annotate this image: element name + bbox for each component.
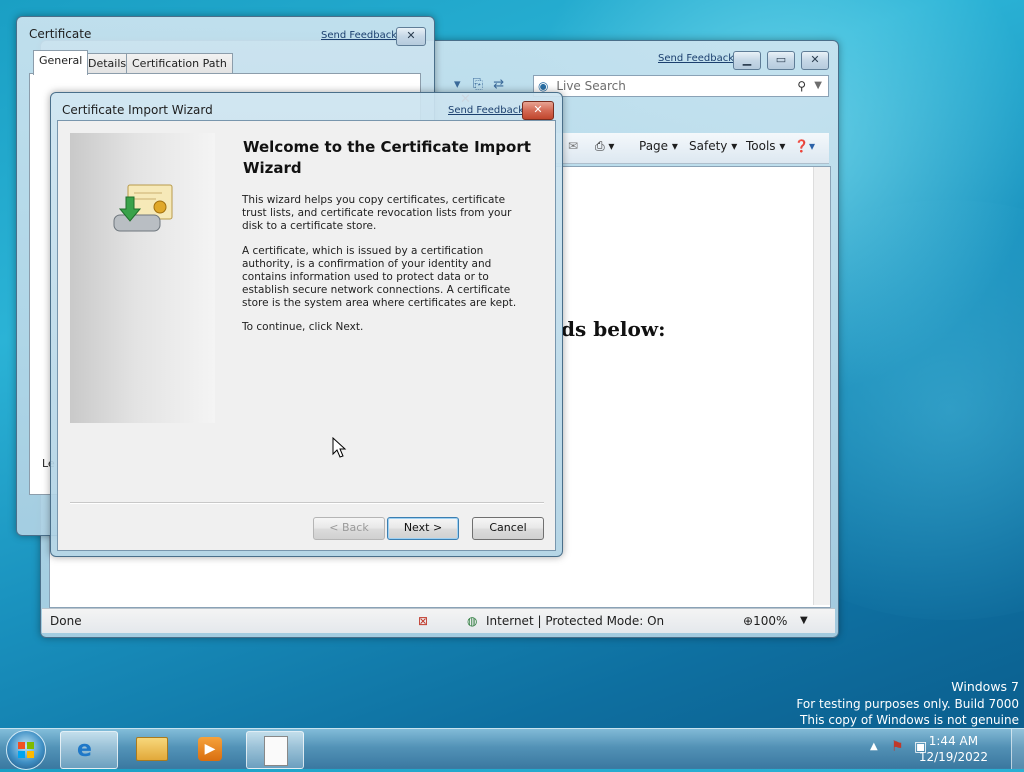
taskbar-internet-explorer[interactable]: e xyxy=(60,731,118,769)
intro-paragraph: This wizard helps you copy certificates,… xyxy=(242,194,512,232)
help-icon[interactable]: ❓▾ xyxy=(794,139,815,153)
search-icon[interactable]: ⚲ xyxy=(797,76,806,96)
wizard-side-panel xyxy=(70,133,215,423)
clock-date: 12/19/2022 xyxy=(918,750,988,764)
show-hidden-icons-icon[interactable]: ▲ xyxy=(870,741,878,752)
safety-menu-label: Safety xyxy=(689,139,728,153)
popup-blocked-icon[interactable]: ⊠ xyxy=(418,609,428,633)
wizard-heading: Welcome to the Certificate Import Wizard xyxy=(243,138,531,177)
search-dropdown-icon[interactable]: ▼ xyxy=(814,76,822,96)
tab-details[interactable]: Details xyxy=(82,53,133,74)
window-title: Certificate xyxy=(29,27,92,41)
mouse-cursor-icon xyxy=(332,437,347,458)
continue-instruction: To continue, click Next. xyxy=(242,321,364,333)
page-menu[interactable]: Page ▾ xyxy=(639,139,678,153)
clock-time: 1:44 AM xyxy=(928,734,979,748)
show-desktop-button[interactable] xyxy=(1011,729,1024,769)
tools-menu[interactable]: Tools ▾ xyxy=(746,139,785,153)
description-paragraph: A certificate, which is issued by a cert… xyxy=(242,245,517,309)
status-bar: Done ⊠ ◍ Internet | Protected Mode: On ⊕… xyxy=(42,608,835,633)
dropdown-arrow-icon[interactable]: ▾ xyxy=(454,77,461,92)
clock[interactable]: 1:44 AM 12/19/2022 xyxy=(919,733,988,765)
search-input[interactable]: ◉ Live Search ⚲ ▼ xyxy=(533,75,829,97)
search-placeholder: Live Search xyxy=(556,79,626,93)
taskbar-media-player[interactable]: ▶ xyxy=(184,731,240,767)
tools-menu-label: Tools xyxy=(746,139,776,153)
start-button[interactable] xyxy=(6,730,46,770)
wizard-body: Welcome to the Certificate Import Wizard… xyxy=(57,120,556,551)
back-button[interactable]: < Back xyxy=(313,517,385,540)
status-text: Done xyxy=(50,614,82,628)
watermark-genuine: This copy of Windows is not genuine xyxy=(800,713,1019,727)
windows-logo-icon xyxy=(18,742,34,758)
window-title: Certificate Import Wizard xyxy=(62,103,213,117)
vertical-scrollbar[interactable] xyxy=(813,167,830,605)
media-player-icon: ▶ xyxy=(198,737,222,761)
action-center-flag-icon[interactable]: ⚑ xyxy=(891,739,904,755)
watermark-title: Windows 7 xyxy=(951,679,1019,694)
read-mail-icon[interactable]: ✉ xyxy=(568,139,578,153)
taskbar: e ▶ ▲ ⚑ ▣ 1:44 AM 12/19/2022 xyxy=(0,728,1024,770)
certificate-import-icon xyxy=(113,184,173,232)
taskbar-windows-explorer[interactable] xyxy=(124,731,180,767)
live-search-logo-icon: ◉ xyxy=(538,79,549,93)
watermark-build: For testing purposes only. Build 7000 xyxy=(796,697,1019,711)
security-zone-text[interactable]: Internet | Protected Mode: On xyxy=(486,609,664,633)
maximize-button[interactable]: ▭ xyxy=(767,51,795,70)
refresh-icon[interactable]: ⇄ xyxy=(493,77,504,92)
send-feedback-link[interactable]: Send Feedback xyxy=(321,30,397,41)
separator xyxy=(70,502,544,504)
send-feedback-link[interactable]: Send Feedback xyxy=(658,53,734,64)
minimize-button[interactable]: ▁ xyxy=(733,51,761,70)
next-button[interactable]: Next > xyxy=(387,517,459,540)
zoom-dropdown-icon[interactable]: ▼ xyxy=(800,609,808,633)
document-icon xyxy=(264,736,288,766)
internet-explorer-icon: e xyxy=(77,737,92,762)
taskbar-document-window[interactable] xyxy=(246,731,304,769)
page-menu-label: Page xyxy=(639,139,669,153)
tab-general[interactable]: General xyxy=(33,50,89,75)
compatibility-view-icon[interactable]: ⎘ xyxy=(473,77,483,92)
print-icon[interactable]: ⎙ ▾ xyxy=(595,139,614,154)
tab-certification-path[interactable]: Certification Path xyxy=(126,53,233,74)
folder-icon xyxy=(136,737,168,761)
certificate-import-wizard: Certificate Import Wizard Send Feedback … xyxy=(50,92,563,557)
page-heading: ds below: xyxy=(561,317,666,341)
zoom-control[interactable]: ⊕100% xyxy=(743,609,787,633)
send-feedback-link[interactable]: Send Feedback xyxy=(448,105,524,116)
zoom-level: 100% xyxy=(753,614,788,628)
close-button[interactable]: ✕ xyxy=(801,51,829,70)
globe-icon: ◍ xyxy=(467,614,478,628)
safety-menu[interactable]: Safety ▾ xyxy=(689,139,737,153)
cancel-button[interactable]: Cancel xyxy=(472,517,544,540)
close-button[interactable]: ✕ xyxy=(396,27,426,46)
close-button[interactable]: ✕ xyxy=(522,101,554,120)
